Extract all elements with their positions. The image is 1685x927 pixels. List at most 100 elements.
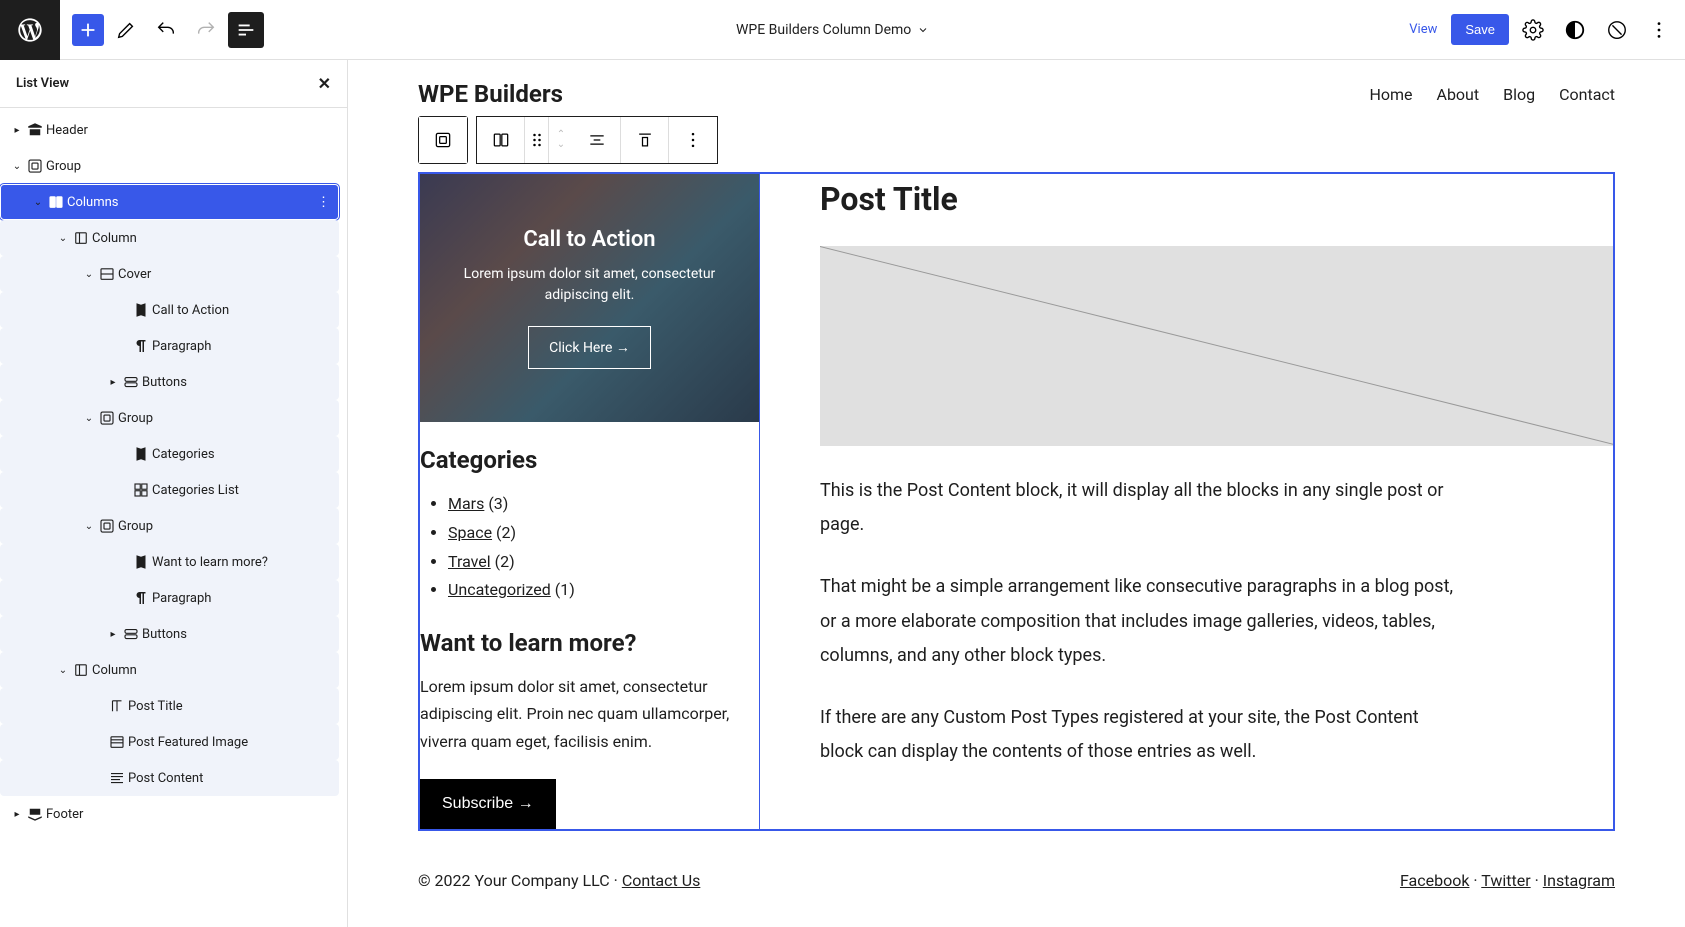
save-button[interactable]: Save — [1451, 14, 1509, 45]
category-link[interactable]: Space — [448, 523, 492, 542]
main-layout: List View ✕ ▸Header ⌄Group ⌄Columns⋮ ⌄Co… — [0, 60, 1685, 927]
tree-item-buttons2[interactable]: ▸Buttons — [0, 616, 339, 652]
tree-item-post-featured-image[interactable]: Post Featured Image — [0, 724, 339, 760]
parent-selector-button[interactable] — [419, 117, 467, 163]
category-link[interactable]: Mars — [448, 494, 484, 513]
tree-label: Columns — [67, 195, 119, 210]
learn-section: Want to learn more? Lorem ipsum dolor si… — [420, 629, 759, 829]
column-left[interactable]: Call to Action Lorem ipsum dolor sit ame… — [420, 174, 760, 829]
social-link[interactable]: Twitter — [1481, 871, 1530, 890]
more-icon[interactable]: ⋮ — [317, 195, 330, 210]
tree-item-post-content[interactable]: Post Content — [0, 760, 339, 796]
tree-item-post-title[interactable]: Post Title — [0, 688, 339, 724]
site-header: WPE Builders Home About Blog Contact — [418, 80, 1615, 108]
learn-heading[interactable]: Want to learn more? — [420, 629, 759, 657]
post-paragraph: If there are any Custom Post Types regis… — [820, 701, 1460, 769]
tree-item-column2[interactable]: ⌄Column — [0, 652, 339, 688]
tree-item-group2[interactable]: ⌄Group — [0, 400, 339, 436]
document-title[interactable]: WPE Builders Column Demo — [264, 22, 1401, 38]
tree-item-group[interactable]: ⌄Group — [0, 148, 339, 184]
site-title[interactable]: WPE Builders — [418, 80, 563, 108]
contact-link[interactable]: Contact Us — [622, 871, 701, 890]
redo-button[interactable] — [188, 12, 224, 48]
edit-button[interactable] — [108, 12, 144, 48]
post-title[interactable]: Post Title — [820, 180, 1613, 218]
more-options-button[interactable] — [1641, 12, 1677, 48]
move-arrows[interactable]: ⌃⌄ — [549, 117, 573, 163]
tree-label: Cover — [118, 267, 151, 282]
cover-text[interactable]: Lorem ipsum dolor sit amet, consectetur … — [440, 264, 739, 306]
settings-button[interactable] — [1515, 12, 1551, 48]
tree-label: Group — [46, 159, 81, 174]
wordpress-logo[interactable] — [0, 0, 60, 60]
tree-item-buttons[interactable]: ▸Buttons — [0, 364, 339, 400]
tree-label: Call to Action — [152, 303, 229, 318]
site-nav: Home About Blog Contact — [1369, 85, 1615, 104]
nav-item[interactable]: Blog — [1503, 85, 1535, 104]
categories-section: Categories Mars (3) Space (2) Travel (2)… — [420, 422, 759, 605]
cover-block[interactable]: Call to Action Lorem ipsum dolor sit ame… — [420, 174, 759, 422]
tree-item-categories-heading[interactable]: Categories — [0, 436, 339, 472]
cover-heading[interactable]: Call to Action — [523, 227, 655, 252]
tree-item-heading[interactable]: Call to Action — [0, 292, 339, 328]
tree-item-paragraph2[interactable]: Paragraph — [0, 580, 339, 616]
view-mode-button[interactable] — [1599, 12, 1635, 48]
category-count: (1) — [555, 580, 575, 599]
tree-item-column[interactable]: ⌄Column — [0, 220, 339, 256]
footer-right: Facebook · Twitter · Instagram — [1400, 871, 1615, 890]
tree-label: Paragraph — [152, 339, 211, 354]
tree-item-columns[interactable]: ⌄Columns⋮ — [0, 184, 339, 220]
align-button[interactable] — [573, 117, 621, 163]
close-icon[interactable]: ✕ — [318, 74, 331, 93]
tree-label: Group — [118, 519, 153, 534]
list-view-sidebar: List View ✕ ▸Header ⌄Group ⌄Columns⋮ ⌄Co… — [0, 60, 348, 927]
page-footer: © 2022 Your Company LLC · Contact Us Fac… — [418, 871, 1615, 890]
tree-item-paragraph[interactable]: Paragraph — [0, 328, 339, 364]
columns-block[interactable]: Call to Action Lorem ipsum dolor sit ame… — [418, 172, 1615, 831]
column-right[interactable]: Post Title This is the Post Content bloc… — [760, 174, 1613, 829]
tree-item-header[interactable]: ▸Header — [0, 112, 339, 148]
post-paragraph: This is the Post Content block, it will … — [820, 474, 1460, 542]
tree-item-cover[interactable]: ⌄Cover — [0, 256, 339, 292]
tree-label: Post Title — [128, 699, 183, 714]
tree-item-footer[interactable]: ▸Footer — [0, 796, 339, 832]
tree-label: Want to learn more? — [152, 555, 268, 570]
undo-button[interactable] — [148, 12, 184, 48]
tree-item-learn-heading[interactable]: Want to learn more? — [0, 544, 339, 580]
footer-left: © 2022 Your Company LLC · Contact Us — [418, 871, 700, 890]
category-count: (2) — [496, 523, 516, 542]
sidebar-header: List View ✕ — [0, 60, 347, 108]
tree-label: Column — [92, 231, 137, 246]
social-link[interactable]: Instagram — [1543, 871, 1615, 890]
categories-heading[interactable]: Categories — [420, 446, 759, 474]
drag-handle[interactable] — [525, 117, 549, 163]
block-toolbar: ⌃⌄ — [418, 116, 718, 164]
tree-item-categories-list[interactable]: Categories List — [0, 472, 339, 508]
list-view-button[interactable] — [228, 12, 264, 48]
separator: · — [1469, 871, 1481, 890]
styles-button[interactable] — [1557, 12, 1593, 48]
learn-text[interactable]: Lorem ipsum dolor sit amet, consectetur … — [420, 673, 759, 755]
category-item: Mars (3) — [448, 490, 759, 519]
document-title-text: WPE Builders Column Demo — [736, 22, 911, 38]
view-link[interactable]: View — [1401, 14, 1445, 45]
post-content[interactable]: This is the Post Content block, it will … — [820, 474, 1613, 769]
block-type-button[interactable] — [477, 117, 525, 163]
add-block-button[interactable] — [72, 14, 104, 46]
nav-item[interactable]: About — [1437, 85, 1480, 104]
nav-item[interactable]: Home — [1369, 85, 1412, 104]
vertical-align-button[interactable] — [621, 117, 669, 163]
subscribe-button[interactable]: Subscribe → — [420, 779, 556, 829]
tree-item-group3[interactable]: ⌄Group — [0, 508, 339, 544]
tree-label: Paragraph — [152, 591, 211, 606]
cover-button[interactable]: Click Here → — [528, 326, 651, 369]
post-featured-image[interactable] — [820, 246, 1613, 446]
tree-label: Post Content — [128, 771, 203, 786]
tree-label: Buttons — [142, 375, 187, 390]
social-link[interactable]: Facebook — [1400, 871, 1469, 890]
block-more-button[interactable] — [669, 117, 717, 163]
category-link[interactable]: Uncategorized — [448, 580, 551, 599]
block-tree: ▸Header ⌄Group ⌄Columns⋮ ⌄Column ⌄Cover … — [0, 108, 347, 836]
nav-item[interactable]: Contact — [1559, 85, 1615, 104]
category-link[interactable]: Travel — [448, 552, 491, 571]
